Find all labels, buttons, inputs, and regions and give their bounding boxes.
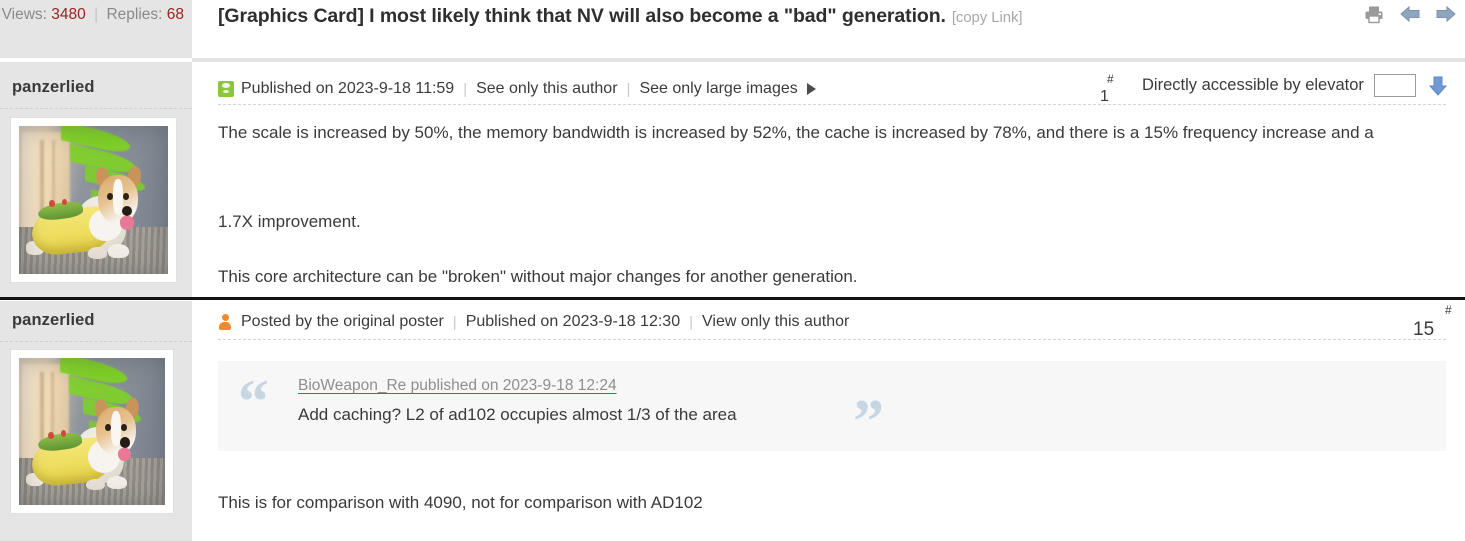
- views-label: Views:: [1, 6, 47, 23]
- stats-divider: |: [94, 6, 99, 23]
- post-1-paragraph-1: The scale is increased by 50%, the memor…: [218, 123, 1374, 142]
- post-2-paragraph-1: This is for comparison with 4090, not fo…: [218, 493, 703, 512]
- post-1-elevator: Directly accessible by elevator: [1142, 74, 1448, 97]
- floor-number: 15: [1413, 319, 1435, 340]
- avatar-image-2: [19, 358, 165, 505]
- replies-count: 68: [166, 6, 184, 23]
- arrow-right-icon[interactable]: [1435, 2, 1457, 26]
- view-only-this-author-link[interactable]: View only this author: [702, 313, 849, 331]
- user-badge-icon: [218, 81, 234, 97]
- post-2-meta-rule: [218, 339, 1446, 340]
- post-1-paragraph-3: This core architecture can be "broken" w…: [218, 267, 858, 286]
- post-separator-rule: [0, 297, 1465, 300]
- post-2-published: Published on 2023-9-18 12:30: [465, 313, 681, 330]
- sidebar-author-name-2[interactable]: panzerlied: [12, 311, 95, 330]
- page-title: [Graphics Card] I most likely think that…: [218, 0, 1023, 32]
- title-bottom-divider: [192, 58, 1465, 62]
- meta-separator: |: [626, 80, 631, 98]
- thread-title-text: [Graphics Card] I most likely think that…: [218, 5, 946, 27]
- post-1-paragraph-2: 1.7X improvement.: [218, 212, 361, 231]
- print-icon[interactable]: [1363, 2, 1385, 26]
- thread-title-bar: [Graphics Card] I most likely think that…: [192, 0, 1465, 58]
- chevron-right-icon[interactable]: [806, 83, 816, 95]
- views-count: 3480: [51, 6, 86, 23]
- avatar-post-1[interactable]: [11, 118, 176, 282]
- post-2-floor: #: [1445, 303, 1452, 325]
- elevator-input[interactable]: [1373, 74, 1416, 97]
- forum-thread-page: Views: 3480 | Replies: 68 panzerlied pan…: [0, 0, 1465, 541]
- posted-by-original-poster: Posted by the original poster: [241, 313, 444, 330]
- post-2-floor-number-wrap: 15: [1413, 319, 1434, 341]
- see-only-this-author-link[interactable]: See only this author: [476, 80, 617, 98]
- sidebar-divider-1: [0, 58, 192, 62]
- quoted-post: “ ” BioWeapon_Re published on 2023-9-18 …: [218, 361, 1446, 456]
- quote-source-link[interactable]: BioWeapon_Re published on 2023-9-18 12:2…: [298, 377, 617, 395]
- post-2-meta: Posted by the original poster | Publishe…: [192, 304, 1465, 340]
- thread-toolbar: [1363, 2, 1457, 26]
- floor-hash: #: [1445, 303, 1452, 317]
- author-sidebar: Views: 3480 | Replies: 68 panzerlied pan…: [0, 0, 192, 541]
- elevator-label: Directly accessible by elevator: [1142, 76, 1364, 94]
- quote-close-icon: ”: [853, 388, 884, 456]
- quote-body-text: Add caching? L2 of ad102 occupies almost…: [298, 405, 737, 424]
- copy-link-button[interactable]: [copy Link]: [952, 9, 1023, 26]
- sidebar-author-rule-2: [0, 341, 192, 342]
- sidebar-author-name-1[interactable]: panzerlied: [12, 78, 95, 97]
- avatar-image-1: [19, 126, 168, 274]
- arrow-left-icon[interactable]: [1399, 2, 1421, 26]
- meta-separator: |: [452, 313, 457, 331]
- meta-separator: |: [689, 313, 693, 331]
- avatar-post-2[interactable]: [11, 350, 173, 513]
- see-only-large-images-link[interactable]: See only large images: [639, 80, 797, 98]
- replies-label: Replies:: [106, 6, 163, 23]
- post-1-published: Published on 2023-9-18 11:59: [241, 80, 455, 97]
- arrow-down-icon[interactable]: [1428, 75, 1448, 97]
- original-poster-icon: [218, 314, 232, 330]
- floor-number: 1: [1100, 88, 1109, 105]
- meta-separator: |: [463, 80, 468, 98]
- thread-main: [Graphics Card] I most likely think that…: [192, 0, 1465, 541]
- thread-stats: Views: 3480 | Replies: 68: [0, 0, 192, 58]
- post-1-meta-rule: [218, 104, 1446, 105]
- floor-hash: #: [1107, 72, 1114, 86]
- sidebar-author-rule-1: [0, 108, 192, 109]
- quote-open-icon: “: [238, 368, 269, 436]
